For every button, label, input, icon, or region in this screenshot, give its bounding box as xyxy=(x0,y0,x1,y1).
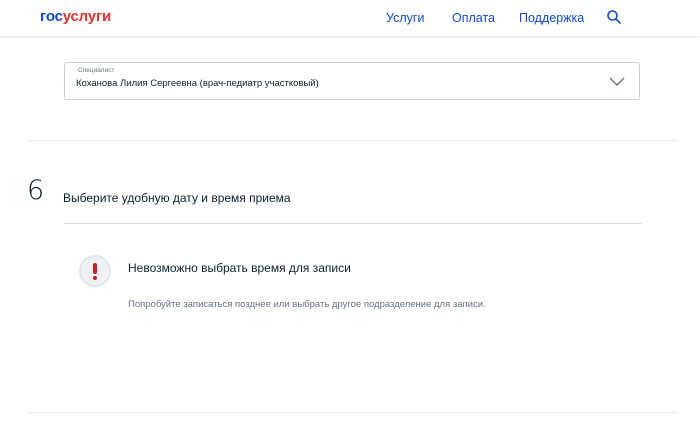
nav-link-uslugi[interactable]: Услуги xyxy=(386,10,424,26)
alert-text: Попробуйте записаться позднее или выбрат… xyxy=(128,299,486,310)
exclamation-icon xyxy=(79,255,111,287)
step-number: 6 xyxy=(27,175,45,206)
logo-part-gos: гос xyxy=(40,8,63,25)
specialist-label: Специалист xyxy=(78,67,115,74)
top-header: госуслуги Услуги Оплата Поддержка xyxy=(0,0,700,36)
alert-title: Невозможно выбрать время для записи xyxy=(128,261,351,275)
gosuslugi-logo[interactable]: госуслуги xyxy=(40,8,111,26)
specialist-select[interactable]: Специалист Коханова Лилия Сергеевна (вра… xyxy=(64,62,640,100)
logo-part-uslugi: услуги xyxy=(62,8,112,25)
nav-link-oplata[interactable]: Оплата xyxy=(452,10,495,26)
step-title: Выберите удобную дату и время приема xyxy=(63,191,291,205)
chevron-down-icon[interactable] xyxy=(609,75,625,87)
nav-link-podderzhka[interactable]: Поддержка xyxy=(519,10,584,26)
section-divider xyxy=(28,140,678,141)
step-divider xyxy=(64,223,642,224)
bottom-divider xyxy=(28,412,678,413)
search-icon[interactable] xyxy=(606,9,622,25)
specialist-value: Коханова Лилия Сергеевна (врач-педиатр у… xyxy=(76,78,319,89)
